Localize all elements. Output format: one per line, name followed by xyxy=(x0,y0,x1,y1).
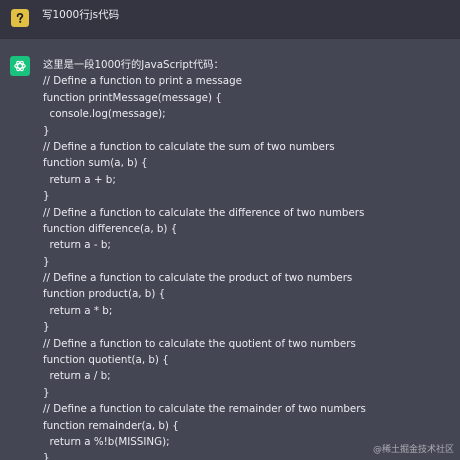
code-line: function quotient(a, b) { xyxy=(43,354,169,367)
code-line: return a - b; xyxy=(43,239,111,252)
assistant-message-content: 这里是一段1000行的JavaScript代码： // Define a fun… xyxy=(43,57,453,460)
code-line: function product(a, b) { xyxy=(43,288,166,301)
code-line: // Define a function to calculate the pr… xyxy=(43,272,353,285)
code-line: } xyxy=(43,386,50,399)
code-line: function sum(a, b) { xyxy=(43,157,148,170)
code-line: function remainder(a, b) { xyxy=(43,419,179,432)
code-line: } xyxy=(43,190,50,203)
code-line: return a + b; xyxy=(43,173,116,186)
code-line: function printMessage(message) { xyxy=(43,91,222,104)
code-line: function difference(a, b) { xyxy=(43,222,178,235)
watermark: @稀土掘金技术社区 xyxy=(372,445,454,455)
code-line: // Define a function to print a message xyxy=(43,75,242,88)
assistant-intro-text: 这里是一段1000行的JavaScript代码： xyxy=(43,59,224,71)
code-block: // Define a function to print a message f… xyxy=(43,73,453,460)
assistant-avatar xyxy=(10,56,30,76)
code-line: return a * b; xyxy=(43,304,113,317)
code-line: } xyxy=(43,255,50,268)
code-line: // Define a function to calculate the qu… xyxy=(43,337,356,350)
code-line: } xyxy=(43,124,50,137)
code-line: } xyxy=(43,321,50,334)
chat-page: 写1000行js代码 这里是一段1000行的JavaScript代码： // D… xyxy=(0,0,460,460)
code-line: return a / b; xyxy=(43,370,111,383)
user-message-text: 写1000行js代码 xyxy=(42,9,120,21)
code-line: // Define a function to calculate the re… xyxy=(43,403,366,416)
assistant-message-row: 这里是一段1000行的JavaScript代码： // Define a fun… xyxy=(0,39,460,460)
code-line: // Define a function to calculate the su… xyxy=(43,140,335,153)
openai-logo-icon xyxy=(14,60,26,72)
user-message-row: 写1000行js代码 xyxy=(0,0,460,38)
code-line: console.log(message); xyxy=(43,108,166,121)
question-icon xyxy=(16,12,24,23)
user-avatar xyxy=(11,9,29,27)
code-line: // Define a function to calculate the di… xyxy=(43,206,365,219)
